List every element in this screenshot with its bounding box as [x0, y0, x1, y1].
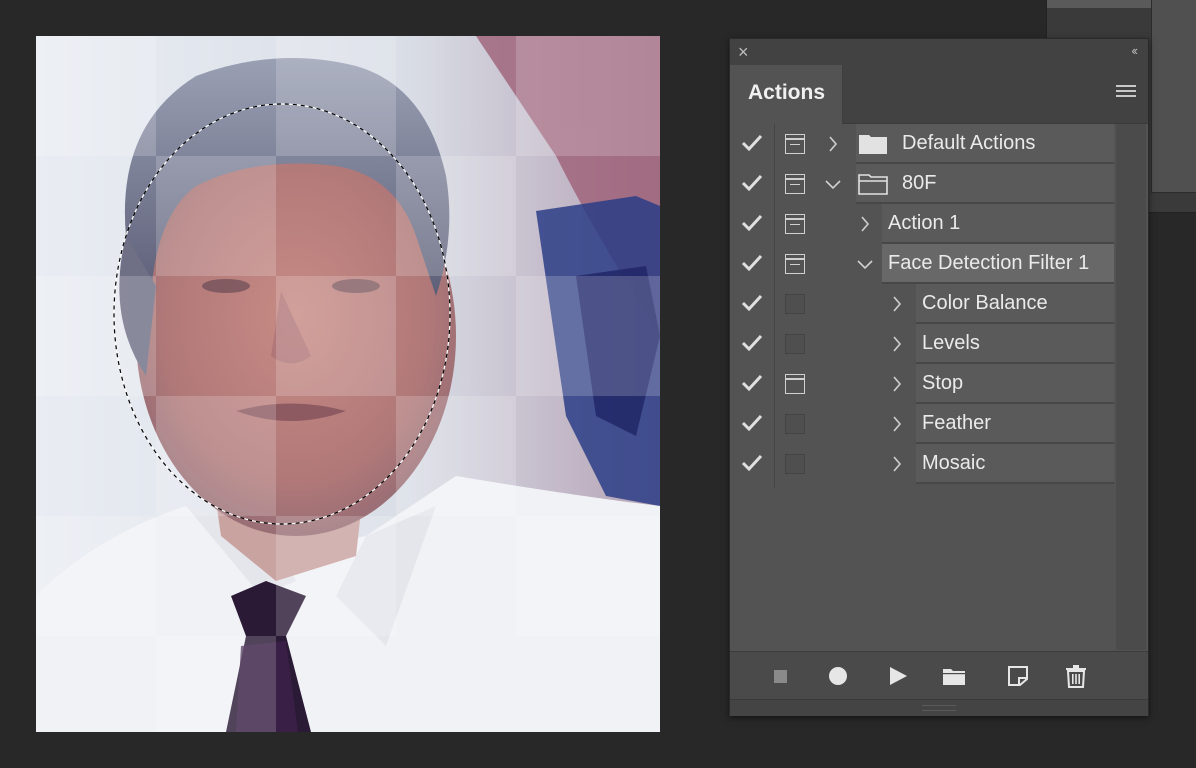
dialog-toggle-icon[interactable]	[785, 294, 805, 314]
checkmark-icon[interactable]	[740, 211, 764, 235]
close-icon[interactable]: ×	[738, 41, 749, 63]
action-row[interactable]: Mosaic	[730, 444, 1116, 484]
play-icon[interactable]	[886, 664, 910, 688]
action-row[interactable]: Feather	[730, 404, 1116, 444]
chevron-right-icon[interactable]	[888, 414, 906, 434]
action-label-box[interactable]: Face Detection Filter 1	[882, 244, 1114, 284]
tab-actions-label: Actions	[748, 81, 826, 104]
action-row[interactable]: Color Balance	[730, 284, 1116, 324]
action-label-box[interactable]: Stop	[916, 364, 1114, 404]
action-label: Levels	[922, 332, 980, 354]
action-label-box[interactable]: Levels	[916, 324, 1114, 364]
tab-strip: Actions	[730, 65, 1148, 124]
collapse-icon[interactable]: ‹‹	[1131, 43, 1138, 58]
chevron-right-icon[interactable]	[856, 214, 874, 234]
actions-list: Default Actions 80F Action 1 Face Detection…	[730, 124, 1148, 650]
action-row[interactable]: Action 1	[730, 204, 1116, 244]
action-label-box[interactable]: Color Balance	[916, 284, 1114, 324]
dialog-toggle-icon[interactable]	[785, 374, 805, 394]
action-row[interactable]: Default Actions	[730, 124, 1116, 164]
dialog-toggle-icon[interactable]	[785, 254, 805, 274]
action-label-box[interactable]: 80F	[856, 164, 1114, 204]
photo-image	[36, 36, 660, 732]
resize-grip[interactable]	[730, 699, 1148, 716]
action-label: Face Detection Filter 1	[888, 252, 1090, 274]
checkmark-icon[interactable]	[740, 291, 764, 315]
action-label: Default Actions	[902, 132, 1036, 154]
action-row[interactable]: 80F	[730, 164, 1116, 204]
folder-icon	[858, 173, 888, 195]
checkmark-icon[interactable]	[740, 331, 764, 355]
dialog-toggle-icon[interactable]	[785, 134, 805, 154]
tab-actions[interactable]: Actions	[730, 65, 843, 124]
chevron-down-icon[interactable]	[856, 254, 874, 274]
checkmark-icon[interactable]	[740, 451, 764, 475]
panel-menu-icon[interactable]	[1116, 85, 1136, 99]
scrollbar-track[interactable]	[1116, 124, 1146, 650]
chevron-right-icon[interactable]	[824, 134, 842, 154]
panel-titlebar[interactable]: × ‹‹	[730, 39, 1148, 65]
dialog-toggle-icon[interactable]	[785, 414, 805, 434]
action-row[interactable]: Stop	[730, 364, 1116, 404]
dialog-toggle-icon[interactable]	[785, 214, 805, 234]
action-label: Color Balance	[922, 292, 1048, 314]
dialog-toggle-icon[interactable]	[785, 454, 805, 474]
checkmark-icon[interactable]	[740, 411, 764, 435]
action-label: Action 1	[888, 212, 961, 234]
folder-icon	[858, 133, 888, 155]
checkmark-icon[interactable]	[740, 371, 764, 395]
document-canvas[interactable]	[36, 36, 660, 732]
checkmark-icon[interactable]	[740, 131, 764, 155]
actions-panel: × ‹‹ Actions Default Actions 80F Action 1 F…	[729, 38, 1149, 716]
record-icon[interactable]	[826, 664, 850, 688]
action-label-box[interactable]: Feather	[916, 404, 1114, 444]
action-row[interactable]: Face Detection Filter 1	[730, 244, 1116, 284]
dialog-toggle-icon[interactable]	[785, 334, 805, 354]
action-label-box[interactable]: Mosaic	[916, 444, 1114, 484]
chevron-right-icon[interactable]	[888, 334, 906, 354]
action-row[interactable]: Levels	[730, 324, 1116, 364]
chevron-right-icon[interactable]	[888, 454, 906, 474]
checkmark-icon[interactable]	[740, 171, 764, 195]
folder-icon[interactable]	[942, 664, 966, 688]
action-label-box[interactable]: Default Actions	[856, 124, 1114, 164]
action-label-box[interactable]: Action 1	[882, 204, 1114, 244]
chevron-down-icon[interactable]	[824, 174, 842, 194]
action-label: 80F	[902, 172, 937, 194]
stop-icon[interactable]	[768, 664, 792, 688]
action-label: Mosaic	[922, 452, 986, 474]
chevron-right-icon[interactable]	[888, 374, 906, 394]
checkmark-icon[interactable]	[740, 251, 764, 275]
trash-icon[interactable]	[1064, 664, 1088, 688]
action-label: Stop	[922, 372, 964, 394]
dialog-toggle-icon[interactable]	[785, 174, 805, 194]
panel-footer	[730, 651, 1148, 700]
chevron-right-icon[interactable]	[888, 294, 906, 314]
new-action-icon[interactable]	[1006, 664, 1030, 688]
action-label: Feather	[922, 412, 991, 434]
